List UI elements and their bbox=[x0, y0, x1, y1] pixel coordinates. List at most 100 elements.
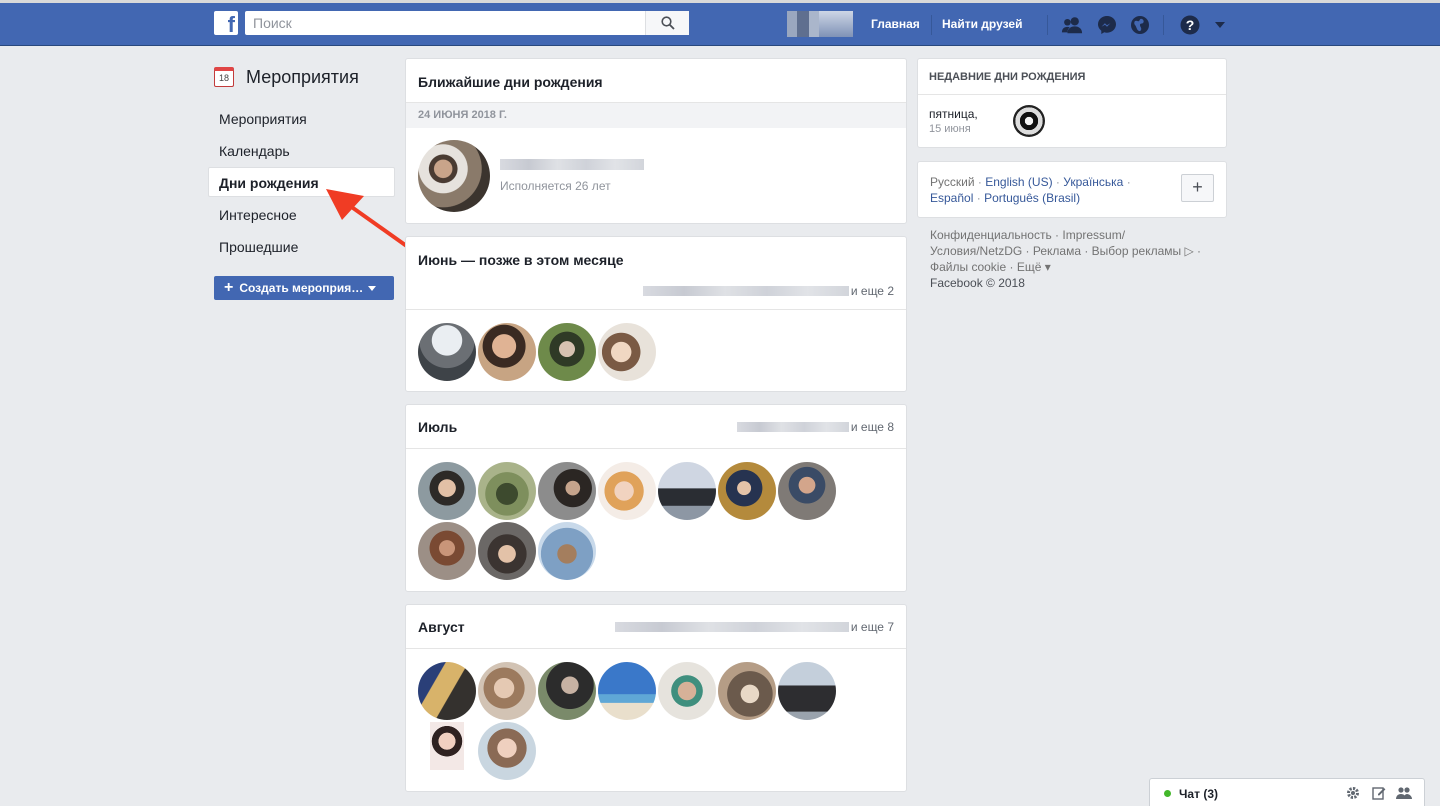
search-button[interactable] bbox=[645, 11, 689, 35]
section-title: Мероприятия bbox=[246, 66, 359, 87]
group-chat-icon[interactable] bbox=[1396, 786, 1412, 803]
birthday-date: 15 июня bbox=[929, 123, 971, 135]
section-header: 18 Мероприятия bbox=[208, 60, 398, 94]
avatar[interactable] bbox=[478, 462, 536, 520]
footer-links: Конфиденциальность · Impressum/ Условия/… bbox=[930, 227, 1220, 291]
avatar[interactable] bbox=[1013, 105, 1045, 137]
avatar[interactable] bbox=[418, 140, 490, 212]
avatar[interactable] bbox=[658, 462, 716, 520]
calendar-day: 18 bbox=[218, 73, 229, 83]
language-link-english[interactable]: English (US) bbox=[985, 175, 1052, 189]
avatar[interactable] bbox=[478, 722, 536, 780]
nav-find-friends-link[interactable]: Найти друзей bbox=[942, 17, 1022, 31]
messenger-icon[interactable] bbox=[1096, 14, 1118, 36]
avatar[interactable] bbox=[598, 462, 656, 520]
profile-avatar[interactable] bbox=[787, 11, 853, 37]
avatar-list bbox=[406, 310, 906, 381]
avatar[interactable] bbox=[538, 662, 596, 720]
card-title: Ближайшие дни рождения bbox=[418, 74, 603, 90]
card-title: Июнь — позже в этом месяце bbox=[418, 252, 624, 268]
chat-bar[interactable]: Чат (3) bbox=[1149, 778, 1425, 806]
language-link-portuguese[interactable]: Português (Brasil) bbox=[984, 191, 1080, 205]
more-link[interactable]: и еще 7 bbox=[851, 620, 894, 634]
avatar[interactable] bbox=[418, 462, 476, 520]
language-card: Русский · English (US) · Українська · Es… bbox=[917, 161, 1227, 218]
birthday-day: пятница, bbox=[929, 107, 978, 121]
help-icon[interactable]: ? bbox=[1179, 14, 1201, 36]
redacted-names[interactable] bbox=[736, 421, 849, 432]
avatar[interactable] bbox=[598, 323, 656, 381]
notifications-globe-icon[interactable] bbox=[1129, 14, 1151, 36]
avatar[interactable] bbox=[418, 662, 476, 720]
avatar[interactable] bbox=[478, 662, 536, 720]
chat-label: Чат (3) bbox=[1179, 786, 1218, 801]
avatar[interactable] bbox=[478, 323, 536, 381]
avatar[interactable] bbox=[718, 662, 776, 720]
top-bar: f Главная Найти друзей ? bbox=[0, 0, 1440, 46]
avatar-list bbox=[406, 449, 906, 580]
date-header: 24 ИЮНЯ 2018 Г. bbox=[406, 102, 906, 128]
avatar[interactable] bbox=[778, 662, 836, 720]
current-language: Русский bbox=[930, 175, 975, 189]
avatar[interactable] bbox=[478, 522, 536, 580]
footer-line-privacy[interactable]: Конфиденциальность · Impressum/ bbox=[930, 227, 1220, 243]
card-title: Август bbox=[418, 618, 465, 635]
footer-line-terms[interactable]: Условия/NetzDG · Реклама · Выбор рекламы… bbox=[930, 243, 1220, 259]
search-icon bbox=[660, 16, 675, 30]
avatar[interactable] bbox=[598, 662, 656, 720]
names-summary: и еще 2 bbox=[406, 272, 906, 309]
divider bbox=[931, 15, 932, 35]
redacted-names[interactable] bbox=[614, 621, 849, 632]
divider bbox=[1163, 15, 1164, 35]
nav-home-link[interactable]: Главная bbox=[871, 17, 920, 31]
annotation-arrow-icon bbox=[326, 189, 410, 249]
divider bbox=[1047, 15, 1048, 35]
sidebar-item-calendar[interactable]: Календарь bbox=[208, 135, 398, 165]
avatar[interactable] bbox=[658, 662, 716, 720]
search-input[interactable] bbox=[245, 11, 645, 35]
facebook-logo-icon[interactable]: f bbox=[214, 11, 238, 35]
redacted-names[interactable] bbox=[642, 285, 849, 296]
birthday-row: Исполняется 26 лет bbox=[406, 128, 906, 212]
upcoming-birthdays-card: Ближайшие дни рождения 24 ИЮНЯ 2018 Г. И… bbox=[405, 58, 907, 224]
more-link[interactable]: и еще 2 bbox=[851, 284, 894, 298]
card-title: НЕДАВНИЕ ДНИ РОЖДЕНИЯ bbox=[918, 59, 1226, 95]
language-link-ukrainian[interactable]: Українська bbox=[1063, 175, 1123, 189]
avatar[interactable] bbox=[538, 462, 596, 520]
search-box bbox=[245, 11, 689, 35]
avatar[interactable] bbox=[538, 323, 596, 381]
avatar[interactable] bbox=[418, 522, 476, 580]
calendar-icon: 18 bbox=[214, 67, 234, 87]
age-text: Исполняется 26 лет bbox=[500, 179, 611, 193]
card-header: Август и еще 7 bbox=[406, 605, 906, 648]
logo-letter: f bbox=[227, 12, 235, 35]
friend-requests-icon[interactable] bbox=[1061, 14, 1083, 36]
sidebar-item-events[interactable]: Мероприятия bbox=[208, 103, 398, 133]
avatar[interactable] bbox=[418, 722, 476, 780]
recent-birthday-row: пятница, 15 июня bbox=[918, 95, 1226, 147]
gear-icon[interactable] bbox=[1346, 786, 1360, 803]
avatar[interactable] bbox=[718, 462, 776, 520]
svg-text:?: ? bbox=[1186, 17, 1195, 33]
language-link-spanish[interactable]: Español bbox=[930, 191, 973, 205]
avatar[interactable] bbox=[418, 323, 476, 381]
june-birthdays-card: Июнь — позже в этом месяце и еще 2 bbox=[405, 236, 907, 392]
create-event-button[interactable]: + Создать мероприя… bbox=[214, 276, 394, 300]
august-birthdays-card: Август и еще 7 bbox=[405, 604, 907, 792]
avatar[interactable] bbox=[538, 522, 596, 580]
card-header: Июль и еще 8 bbox=[406, 405, 906, 448]
redacted-name[interactable] bbox=[500, 159, 644, 170]
account-menu-caret-icon[interactable] bbox=[1209, 14, 1231, 36]
online-status-icon bbox=[1164, 790, 1171, 797]
create-event-label: Создать мероприя… bbox=[239, 281, 364, 295]
compose-icon[interactable] bbox=[1372, 786, 1386, 803]
footer-line-cookies[interactable]: Файлы cookie · Ещё ▾ bbox=[930, 259, 1220, 275]
more-link[interactable]: и еще 8 bbox=[851, 420, 894, 434]
card-title: Июль bbox=[418, 418, 458, 435]
add-language-button[interactable]: + bbox=[1181, 174, 1214, 202]
recent-birthdays-card: НЕДАВНИЕ ДНИ РОЖДЕНИЯ пятница, 15 июня bbox=[917, 58, 1227, 148]
copyright: Facebook © 2018 bbox=[930, 276, 1025, 290]
chevron-down-icon bbox=[368, 285, 377, 291]
july-birthdays-card: Июль и еще 8 bbox=[405, 404, 907, 592]
avatar[interactable] bbox=[778, 462, 836, 520]
